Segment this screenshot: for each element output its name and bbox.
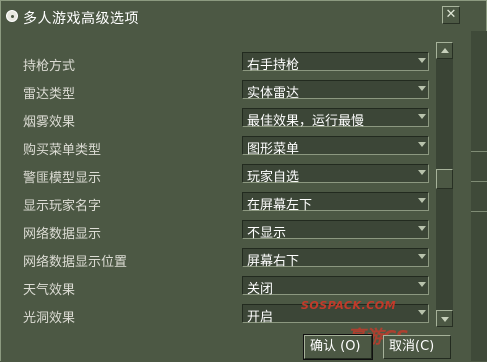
- option-select[interactable]: 图形菜单: [242, 136, 429, 157]
- option-row: 网络数据显示位置 屏幕右下: [9, 247, 439, 275]
- option-select[interactable]: 屏幕右下: [242, 248, 429, 269]
- option-label: 烟雾效果: [23, 115, 76, 130]
- option-value: 在屏幕左下: [247, 198, 313, 213]
- option-row: 持枪方式 右手持枪: [9, 51, 439, 79]
- options-list: 持枪方式 右手持枪 雷达类型 实体雷达 烟雾效果 最佳效果，运行最慢 购买菜单类…: [9, 43, 457, 327]
- dropdown-arrow-icon: [418, 114, 426, 119]
- option-label: 网络数据显示: [23, 227, 102, 242]
- arrow-up-icon: [441, 48, 449, 53]
- option-label: 雷达类型: [23, 87, 76, 102]
- dropdown-arrow-icon: [418, 170, 426, 175]
- option-label: 持枪方式: [23, 59, 76, 74]
- dropdown-arrow-icon: [418, 58, 426, 63]
- option-select[interactable]: 实体雷达: [242, 80, 429, 101]
- scroll-up-button[interactable]: [436, 42, 453, 59]
- option-value: 实体雷达: [247, 86, 300, 101]
- dropdown-arrow-icon: [418, 282, 426, 287]
- dropdown-arrow-icon: [418, 226, 426, 231]
- option-label: 网络数据显示位置: [23, 255, 128, 270]
- dropdown-arrow-icon: [418, 142, 426, 147]
- option-value: 不显示: [247, 226, 287, 241]
- steam-logo-icon: [6, 10, 18, 22]
- option-select[interactable]: 不显示: [242, 220, 429, 241]
- option-select[interactable]: 关闭: [242, 276, 429, 297]
- option-label: 购买菜单类型: [23, 143, 102, 158]
- dropdown-arrow-icon: [418, 254, 426, 259]
- option-row: 烟雾效果 最佳效果，运行最慢: [9, 107, 439, 135]
- background-window-edge: [471, 31, 487, 361]
- dropdown-arrow-icon: [418, 86, 426, 91]
- option-value: 关闭: [247, 282, 274, 297]
- dialog-title: 多人游戏高级选项: [23, 11, 139, 27]
- arrow-down-icon: [441, 317, 449, 322]
- dropdown-arrow-icon: [418, 310, 426, 315]
- option-row: 网络数据显示 不显示: [9, 219, 439, 247]
- dropdown-arrow-icon: [418, 198, 426, 203]
- option-label: 警匪模型显示: [23, 171, 102, 186]
- advanced-options-dialog: 多人游戏高级选项 ✕ 持枪方式 右手持枪 雷达类型 实体雷达 烟雾效果 最佳效果…: [0, 0, 487, 362]
- close-button[interactable]: ✕: [442, 6, 460, 24]
- option-row: 显示玩家名字 在屏幕左下: [9, 191, 439, 219]
- option-label: 光洞效果: [23, 311, 76, 326]
- option-label: 显示玩家名字: [23, 199, 102, 214]
- option-row: 购买菜单类型 图形菜单: [9, 135, 439, 163]
- scroll-thumb[interactable]: [436, 169, 453, 189]
- option-value: 玩家自选: [247, 170, 300, 185]
- option-value: 开启: [247, 310, 274, 325]
- watermark-site: SOSPACK.COM: [301, 299, 397, 312]
- option-row: 雷达类型 实体雷达: [9, 79, 439, 107]
- option-value: 屏幕右下: [247, 254, 300, 269]
- cancel-button[interactable]: 取消(C): [383, 335, 451, 359]
- option-row: 警匪模型显示 玩家自选: [9, 163, 439, 191]
- title-bar: 多人游戏高级选项 ✕: [1, 1, 486, 31]
- option-select[interactable]: 右手持枪: [242, 52, 429, 73]
- option-value: 图形菜单: [247, 142, 300, 157]
- options-scrollbar[interactable]: [436, 42, 453, 327]
- option-select[interactable]: 在屏幕左下: [242, 192, 429, 213]
- option-label: 天气效果: [23, 283, 76, 298]
- scroll-down-button[interactable]: [436, 310, 453, 327]
- option-select[interactable]: 最佳效果，运行最慢: [242, 108, 429, 129]
- option-select[interactable]: 玩家自选: [242, 164, 429, 185]
- option-value: 右手持枪: [247, 58, 300, 73]
- ok-button[interactable]: 确认 (O): [303, 334, 373, 360]
- option-value: 最佳效果，运行最慢: [247, 114, 365, 129]
